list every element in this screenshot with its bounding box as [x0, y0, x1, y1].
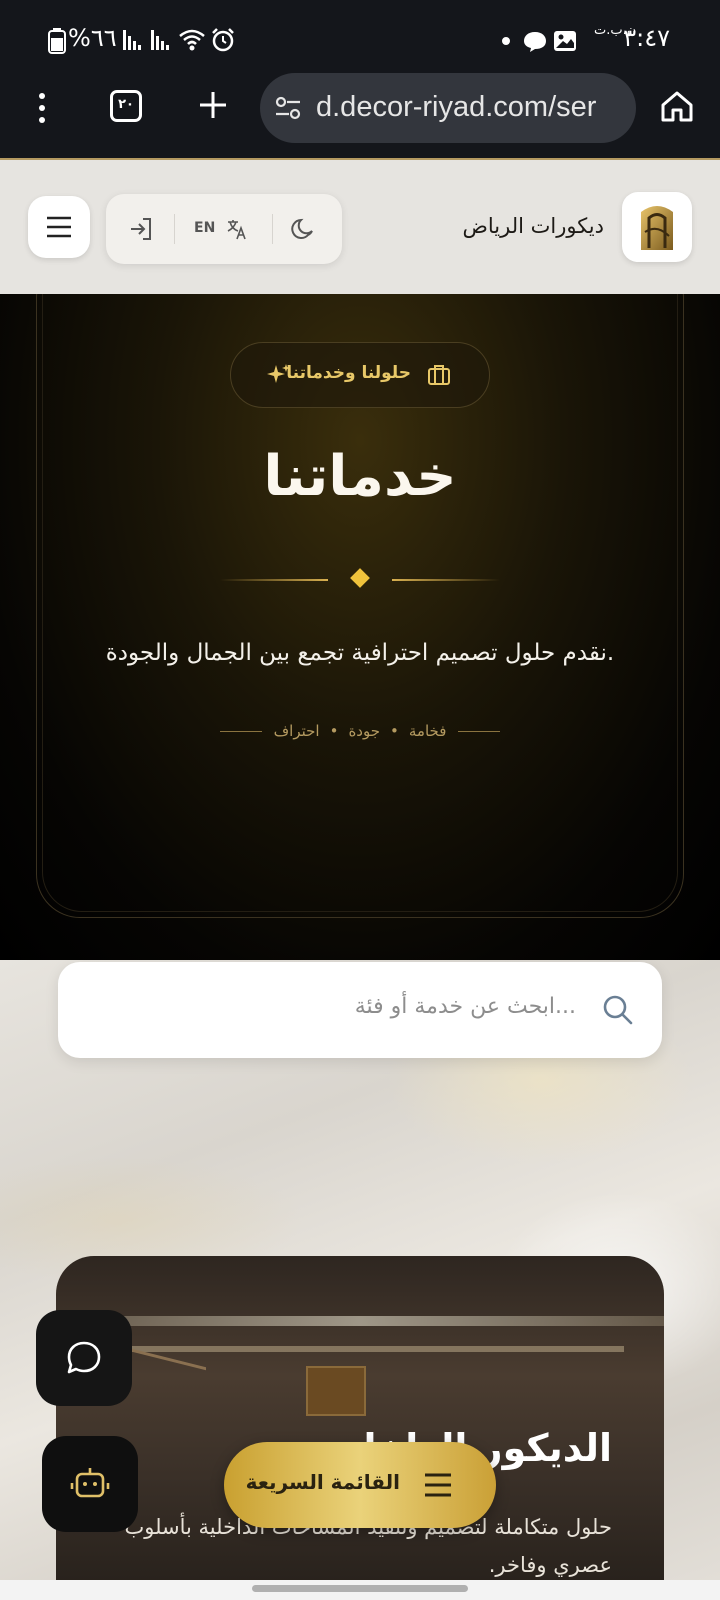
logo-icon [641, 206, 673, 250]
home-icon[interactable] [660, 90, 694, 122]
translate-icon [227, 220, 246, 240]
tag: فخامة [408, 722, 447, 740]
briefcase-icon [428, 365, 450, 385]
brand-name[interactable]: ديكورات الرياض [462, 214, 604, 238]
language-label: EN [194, 220, 216, 236]
more-options-icon[interactable] [34, 92, 50, 124]
dot-icon [502, 37, 510, 45]
site-logo[interactable] [622, 192, 692, 262]
ceiling-light [96, 1346, 624, 1352]
dark-mode-icon[interactable] [290, 216, 316, 242]
page-title: خدماتنا [263, 444, 457, 509]
room-window [306, 1366, 366, 1416]
system-nav-bar [0, 1580, 720, 1600]
service-card[interactable]: الديكور الداخلي حلول متكاملة لتصميم وتنف… [56, 1256, 664, 1580]
ceiling-light [56, 1316, 664, 1326]
battery-percent: %٦٦ [68, 24, 117, 52]
menu-button[interactable] [28, 196, 90, 258]
url-text: d.decor-riyad.com/ser [316, 91, 597, 123]
search-placeholder: ابحث عن خدمة أو فئة... [354, 994, 576, 1019]
login-icon[interactable] [128, 216, 154, 242]
divider-line [220, 579, 328, 581]
quick-menu-button[interactable]: القائمة السريعة [224, 1442, 496, 1528]
new-tab-icon[interactable] [198, 90, 228, 120]
battery-icon [48, 28, 66, 54]
hero-tags: فخامة•جودة•احتراف [0, 722, 720, 740]
hamburger-icon [47, 216, 71, 238]
quick-menu-label: القائمة السريعة [245, 1470, 400, 1494]
address-bar[interactable]: d.decor-riyad.com/ser [260, 73, 636, 143]
signal-icon [151, 30, 169, 50]
tab-switcher-button[interactable]: ٢٠ [110, 90, 142, 122]
tag: جودة [348, 722, 381, 740]
message-icon [524, 32, 546, 52]
signal-icon [123, 30, 141, 50]
alarm-icon [212, 28, 234, 52]
gallery-icon [554, 31, 576, 51]
search-input[interactable]: ابحث عن خدمة أو فئة... [58, 962, 662, 1058]
menu-lines-icon [425, 1473, 451, 1497]
search-icon [603, 995, 633, 1025]
language-toggle[interactable]: EN [194, 212, 254, 246]
hero-badge-label: حلولنا وخدماتنا [286, 363, 411, 383]
tab-count: ٢٠ [118, 97, 134, 112]
hero-subtitle: نقدم حلول تصميم احترافية تجمع بين الجمال… [105, 640, 615, 666]
chat-button[interactable] [36, 1310, 132, 1406]
wifi-icon [179, 29, 205, 51]
chat-bubble-icon [67, 1341, 101, 1374]
hero-badge: حلولنا وخدماتنا [230, 342, 490, 408]
divider [272, 214, 273, 244]
robot-icon [70, 1468, 110, 1498]
status-bar: ٣:٤٧ ن.ب.ت %٦٦ [0, 0, 720, 78]
tag: احتراف [273, 722, 320, 740]
hero-section: حلولنا وخدماتنا خدماتنا نقدم حلول تصميم … [0, 294, 720, 960]
header-tools: EN [106, 194, 342, 264]
divider-line [392, 579, 500, 581]
gesture-handle[interactable] [252, 1585, 468, 1592]
carrier-label: ن.ب.ت [594, 23, 637, 38]
ai-assistant-button[interactable] [42, 1436, 138, 1532]
site-settings-icon[interactable] [274, 95, 302, 121]
site-header: ديكورات الرياض EN [0, 158, 720, 294]
divider [174, 214, 175, 244]
